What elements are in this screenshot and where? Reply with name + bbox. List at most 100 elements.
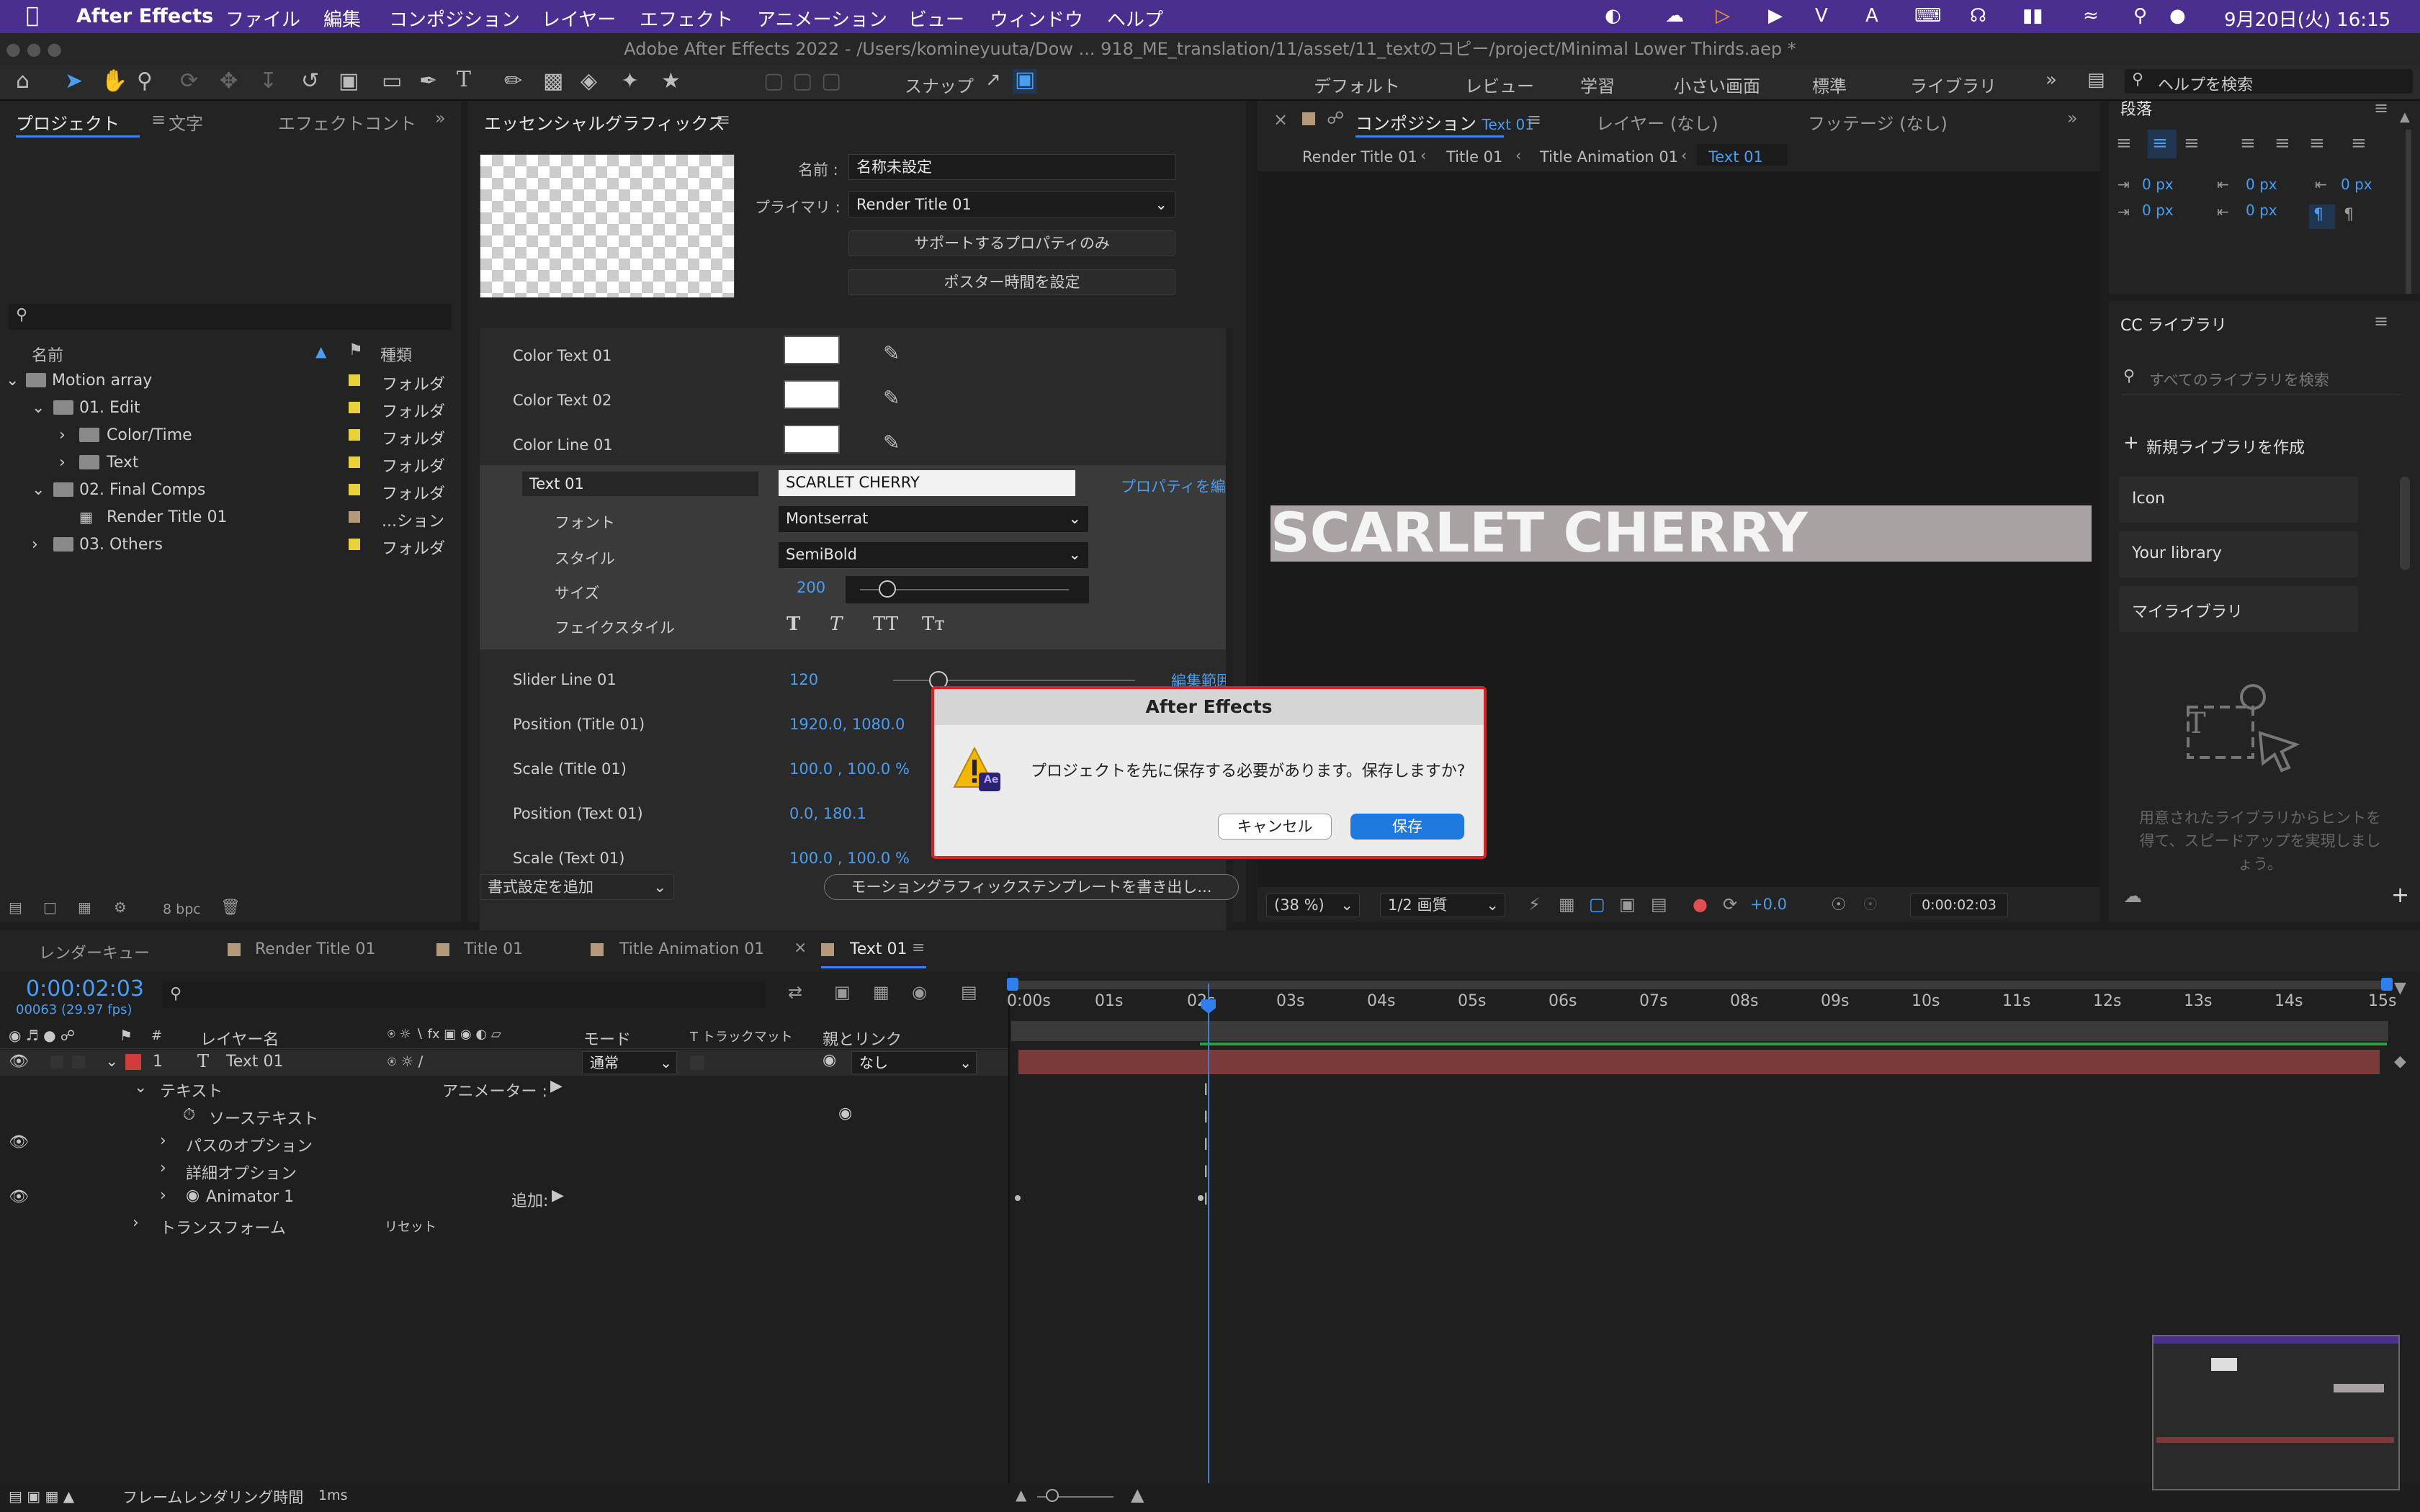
- path-options-property[interactable]: パスのオプション: [186, 1133, 313, 1156]
- timeline-footer-icons[interactable]: ▤ ▣ ▦ ▲: [9, 1488, 74, 1505]
- zoom-in-icon[interactable]: ▲: [1131, 1485, 1144, 1505]
- library-item[interactable]: Your library: [2119, 531, 2358, 577]
- collapse-chevron-icon[interactable]: ⌄: [134, 1079, 147, 1097]
- eyedropper-icon[interactable]: ✎: [883, 431, 900, 454]
- selection-tool-icon[interactable]: ➤: [65, 71, 83, 92]
- space-before-value[interactable]: 0 px: [2246, 176, 2277, 193]
- scale-title-01-value[interactable]: 100.0 , 100.0 %: [789, 760, 910, 778]
- label-tag-icon[interactable]: ⚑: [349, 341, 363, 359]
- pick-whip-icon[interactable]: ◉: [823, 1051, 836, 1069]
- menu-file[interactable]: ファイル: [225, 5, 300, 32]
- label-color-swatch[interactable]: [349, 456, 360, 468]
- scale-text-01-value[interactable]: 100.0 , 100.0 %: [789, 850, 910, 867]
- bit-depth-label[interactable]: 8 bpc: [163, 901, 201, 917]
- orbit-tool-icon[interactable]: ⟳: [180, 71, 198, 92]
- tab-footage[interactable]: フッテージ (なし): [1808, 109, 1948, 135]
- transform-property-group[interactable]: トランスフォーム: [160, 1215, 286, 1238]
- screen-thumbnail-preview[interactable]: [2152, 1335, 2400, 1490]
- dolly-tool-icon[interactable]: ↧: [259, 71, 277, 92]
- status-half-circle-icon[interactable]: ◐: [1605, 5, 1621, 27]
- tree-row[interactable]: › Color/Time フォルダ: [0, 422, 454, 449]
- work-area-bar[interactable]: [1011, 981, 2388, 989]
- supported-properties-button[interactable]: サポートするプロパティのみ: [848, 230, 1175, 256]
- project-search-input[interactable]: ⚲: [9, 304, 452, 330]
- panel-menu-icon[interactable]: ≡: [1527, 109, 1541, 130]
- frame-blending-icon[interactable]: ◉: [912, 982, 927, 1002]
- label-color-swatch[interactable]: [349, 511, 360, 523]
- timeline-search-input[interactable]: ⚲: [163, 982, 765, 1008]
- slider-line-01-value[interactable]: 120: [789, 671, 818, 688]
- justify-last-right-icon[interactable]: ≡: [2309, 132, 2325, 154]
- add-animator-property-icon[interactable]: ▶: [552, 1187, 564, 1205]
- exposure-value[interactable]: +0.0: [1750, 896, 1787, 913]
- save-button[interactable]: 保存: [1350, 814, 1464, 840]
- zoom-out-icon[interactable]: ▲: [1016, 1486, 1026, 1503]
- status-cloud-icon[interactable]: ☁: [1665, 5, 1684, 27]
- workspace-learn[interactable]: 学習: [1580, 72, 1615, 97]
- region-of-interest-icon[interactable]: ▣: [1619, 894, 1636, 914]
- fast-previews-icon[interactable]: ⚡: [1528, 894, 1541, 914]
- add-asset-icon[interactable]: +: [2391, 883, 2409, 908]
- tree-row[interactable]: ⌄ Motion array フォルダ: [0, 367, 454, 395]
- layer-duration-bar[interactable]: [1018, 1050, 2380, 1074]
- font-style-select[interactable]: SemiBold ⌄: [778, 541, 1089, 569]
- layer-name-column[interactable]: レイヤー名: [200, 1027, 279, 1050]
- menu-edit[interactable]: 編集: [323, 5, 361, 32]
- expand-chevron-icon[interactable]: ›: [133, 1214, 139, 1232]
- av-features-icon[interactable]: ◉ ♬ ● ☍: [9, 1027, 75, 1044]
- magnification-select[interactable]: (38 %) ⌄: [1266, 893, 1360, 917]
- parent-link-column[interactable]: 親とリンク: [823, 1027, 902, 1050]
- add-formatting-select[interactable]: 書式設定を追加 ⌄: [480, 874, 674, 900]
- small-caps-icon[interactable]: Tᴛ: [922, 613, 945, 635]
- tab-composition[interactable]: コンポジション Text 01: [1355, 109, 1534, 135]
- snapshot-icon[interactable]: ☉: [1831, 894, 1847, 914]
- feather-snap-icon[interactable]: ▣: [1013, 69, 1037, 94]
- align-left-icon[interactable]: ≡: [2116, 132, 2132, 154]
- keyframe-dot[interactable]: [1198, 1195, 1204, 1201]
- breadcrumb-text-01[interactable]: Text 01: [1708, 148, 1763, 166]
- panel-menu-icon[interactable]: ≡: [151, 109, 166, 130]
- tree-row[interactable]: › Text フォルダ: [0, 449, 454, 477]
- text-property-group[interactable]: テキスト: [160, 1079, 223, 1102]
- visibility-eye-icon[interactable]: 👁: [9, 1188, 29, 1206]
- app-menu[interactable]: After Effects: [76, 5, 213, 27]
- pan-tool-icon[interactable]: ✥: [220, 71, 238, 92]
- workspace-standard[interactable]: 標準: [1812, 72, 1847, 97]
- eyedropper-icon[interactable]: ✎: [883, 341, 900, 365]
- color-line-01-swatch[interactable]: [784, 425, 840, 454]
- exposure-reset-icon[interactable]: ⟳: [1723, 894, 1737, 914]
- draft-3d-icon[interactable]: ▣: [834, 982, 851, 1002]
- axis-view-icon[interactable]: ▢: [821, 71, 841, 92]
- mode-column[interactable]: モード: [583, 1027, 631, 1050]
- lock-icon[interactable]: ☍: [1327, 108, 1344, 128]
- justify-all-icon[interactable]: ≡: [2351, 132, 2367, 154]
- export-mogrt-button[interactable]: モーショングラフィックステンプレートを書き出し...: [824, 874, 1239, 900]
- position-title-01-value[interactable]: 1920.0, 1080.0: [789, 716, 905, 733]
- label-color-swatch[interactable]: [349, 402, 360, 413]
- tree-row[interactable]: ⌄ 01. Edit フォルダ: [0, 395, 454, 422]
- status-v-icon[interactable]: V: [1815, 5, 1828, 27]
- expression-pick-whip-icon[interactable]: ◉: [838, 1104, 852, 1122]
- window-controls[interactable]: ● ● ●: [6, 33, 62, 65]
- tab-title-01[interactable]: Title 01: [464, 940, 523, 958]
- keyframe-marker-icon[interactable]: I: [1204, 1164, 1209, 1182]
- transform-reset-link[interactable]: リセット: [385, 1217, 436, 1236]
- essential-graphics-title[interactable]: エッセンシャルグラフィックス: [484, 109, 725, 135]
- label-color-swatch[interactable]: [349, 429, 360, 441]
- brush-tool-icon[interactable]: ✏: [504, 71, 522, 92]
- show-snapshot-icon[interactable]: ☉: [1863, 894, 1878, 914]
- menu-effect[interactable]: エフェクト: [640, 5, 733, 32]
- workspace-default[interactable]: デフォルト: [1314, 72, 1400, 97]
- solo-toggle[interactable]: [72, 1056, 85, 1068]
- menu-window[interactable]: ウィンドウ: [990, 5, 1083, 32]
- close-panel-icon[interactable]: ×: [1273, 109, 1288, 130]
- axis-world-icon[interactable]: ▢: [792, 71, 812, 92]
- stopwatch-icon[interactable]: ⏱: [183, 1106, 195, 1124]
- current-time-field[interactable]: 0:00:02:03: [1910, 893, 2008, 917]
- parent-select[interactable]: なし ⌄: [851, 1051, 977, 1074]
- status-keyboard-icon[interactable]: ⌨: [1914, 5, 1942, 27]
- expand-chevron-icon[interactable]: ›: [160, 1159, 166, 1177]
- visibility-eye-icon[interactable]: 👁: [9, 1053, 29, 1071]
- menubar-clock[interactable]: 9月20日(火) 16:15: [2224, 5, 2390, 32]
- pen-tool-icon[interactable]: ✒: [419, 71, 437, 92]
